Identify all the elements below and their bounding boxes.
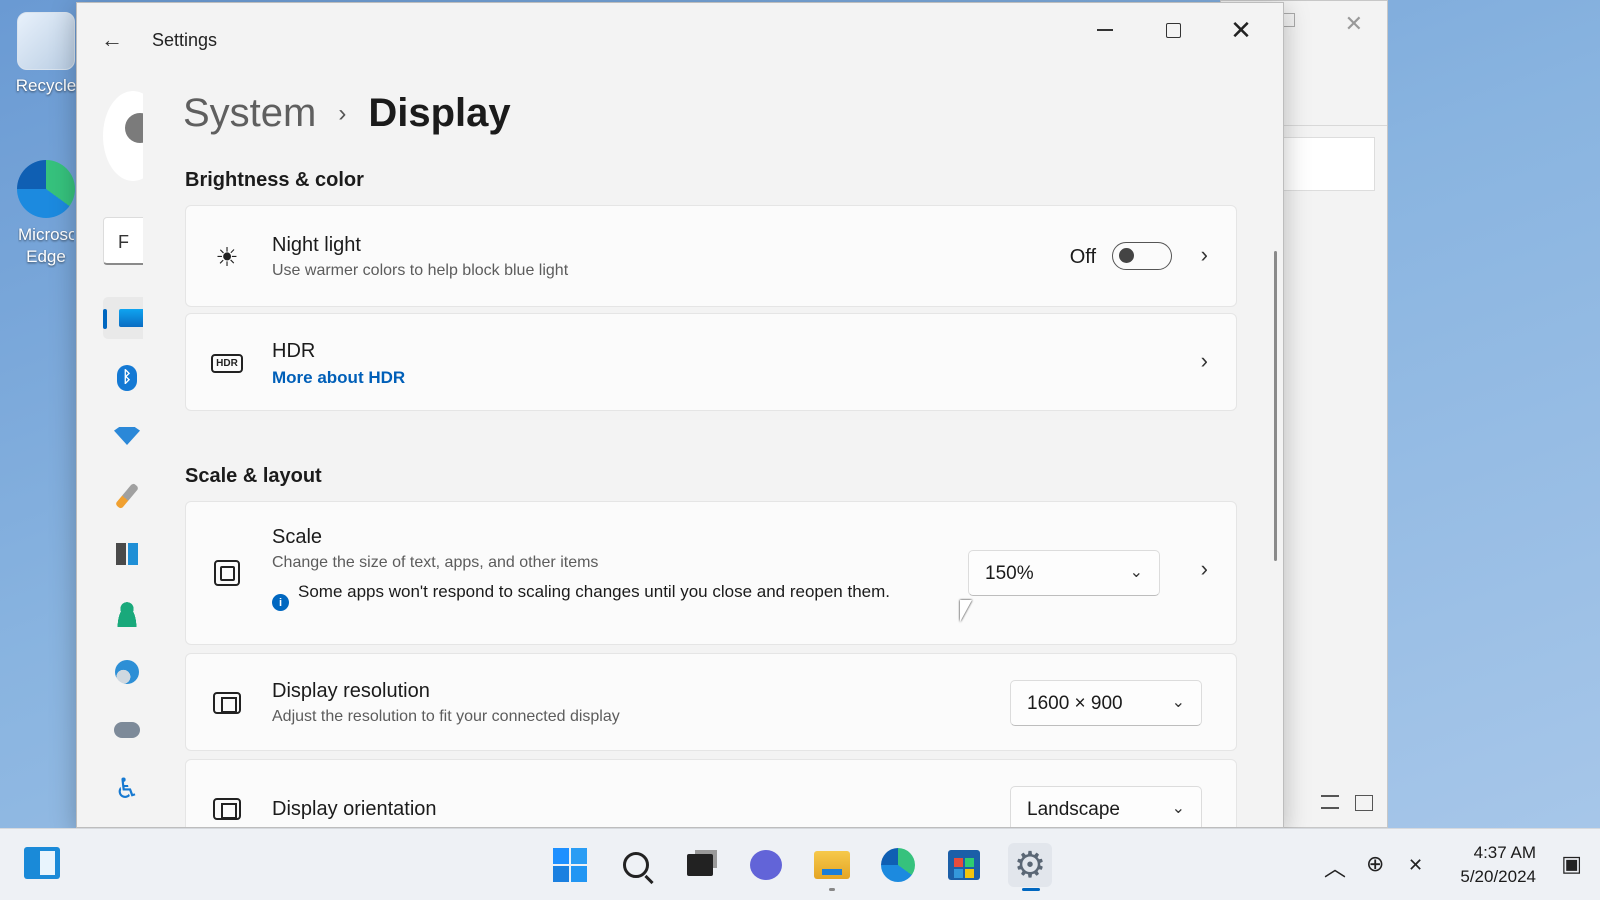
resolution-card: Display resolution Adjust the resolution…	[185, 653, 1237, 751]
section-heading-scale: Scale & layout	[185, 465, 322, 487]
task-view-icon	[687, 854, 713, 876]
night-light-subtitle: Use warmer colors to help block blue lig…	[272, 262, 569, 279]
tile-view-icon[interactable]	[1355, 795, 1373, 811]
windows-logo-icon	[553, 848, 587, 882]
store-button[interactable]	[942, 843, 986, 887]
edge-button[interactable]	[876, 843, 920, 887]
minimize-icon	[1097, 29, 1113, 31]
chat-icon	[750, 850, 782, 880]
hdr-icon: HDR	[210, 346, 244, 380]
chat-button[interactable]	[744, 843, 788, 887]
orientation-title: Display orientation	[272, 798, 437, 820]
edge-icon	[881, 848, 915, 882]
scale-icon	[210, 556, 244, 590]
scale-card: Scale Change the size of text, apps, and…	[185, 501, 1237, 645]
start-button[interactable]	[548, 843, 592, 887]
section-heading-brightness: Brightness & color	[185, 169, 364, 191]
title-bar: ← Settings ✕	[77, 3, 1283, 73]
night-light-toggle[interactable]	[1112, 242, 1172, 270]
chevron-right-icon[interactable]: ›	[1201, 556, 1208, 582]
back-button[interactable]: ←	[97, 25, 127, 55]
resolution-value: 1600 × 900	[1027, 693, 1123, 714]
desktop-edge-shortcut[interactable]: Microsoft Edge	[8, 160, 84, 268]
hdr-card[interactable]: HDR HDR More about HDR ›	[185, 313, 1237, 411]
brush-icon	[114, 482, 140, 510]
info-icon: i	[272, 594, 289, 611]
scale-value: 150%	[985, 563, 1034, 584]
orientation-card: Display orientation Landscape ⌄	[185, 759, 1237, 827]
resolution-dropdown[interactable]: 1600 × 900 ⌄	[1010, 680, 1202, 726]
accessibility-icon: ♿	[114, 772, 140, 804]
clock[interactable]: 4:37 AM 5/20/2024	[1460, 841, 1536, 889]
widgets-icon[interactable]	[24, 847, 60, 879]
file-explorer-button[interactable]	[810, 843, 854, 891]
bluetooth-icon: ᛒ	[117, 365, 137, 391]
chevron-up-icon[interactable]: ︿	[1324, 851, 1346, 883]
notification-icon[interactable]: ▣	[1561, 851, 1582, 877]
maximize-icon	[1165, 22, 1181, 38]
settings-window: ← Settings ✕ F ᛒ ♿ System › Display Brig…	[76, 2, 1284, 828]
resolution-icon	[210, 686, 244, 720]
wifi-icon	[114, 427, 140, 445]
chevron-right-icon[interactable]: ›	[1201, 348, 1208, 374]
apps-icon	[116, 543, 138, 565]
page-title: Display	[368, 91, 511, 135]
nav-rail: F ᛒ ♿	[77, 73, 163, 827]
close-button[interactable]: ✕	[1217, 13, 1265, 47]
volume-muted-icon[interactable]: ✕	[1408, 855, 1423, 876]
night-light-title: Night light	[272, 234, 361, 256]
content-pane: System › Display Brightness & color ☀ Ni…	[143, 73, 1283, 827]
task-view-button[interactable]	[678, 843, 722, 887]
hdr-title: HDR	[272, 340, 316, 362]
chevron-down-icon: ⌄	[1171, 694, 1185, 711]
network-icon[interactable]: ⊕	[1366, 851, 1384, 877]
orientation-dropdown[interactable]: Landscape ⌄	[1010, 786, 1202, 827]
desktop-icon-label: Recycle	[15, 76, 77, 95]
globe-clock-icon	[115, 660, 139, 684]
chevron-right-icon[interactable]: ›	[1201, 242, 1208, 268]
desktop-recycle-bin[interactable]: Recycle	[8, 12, 84, 96]
gear-icon: ⚙	[1013, 844, 1047, 885]
scale-title: Scale	[272, 526, 323, 548]
night-light-card[interactable]: ☀ Night light Use warmer colors to help …	[185, 205, 1237, 307]
list-view-icon[interactable]	[1321, 795, 1339, 809]
orientation-icon	[210, 792, 244, 826]
desktop-icon-label: Microsoft Edge	[18, 225, 74, 266]
mouse-cursor-icon	[960, 600, 972, 622]
scale-warning: Some apps won't respond to scaling chang…	[298, 582, 891, 601]
scale-subtitle: Change the size of text, apps, and other…	[272, 554, 599, 571]
resolution-title: Display resolution	[272, 680, 430, 702]
scrollbar[interactable]	[1274, 251, 1277, 561]
account-icon	[115, 601, 139, 627]
breadcrumb: System › Display	[183, 91, 511, 136]
resolution-subtitle: Adjust the resolution to fit your connec…	[272, 708, 620, 725]
chevron-down-icon: ⌄	[1129, 564, 1143, 581]
clock-date: 5/20/2024	[1460, 867, 1536, 886]
store-icon	[948, 850, 980, 880]
clock-time: 4:37 AM	[1473, 843, 1536, 862]
maximize-button[interactable]	[1149, 13, 1197, 47]
search-icon	[623, 852, 649, 878]
close-icon: ✕	[1230, 15, 1252, 45]
taskbar: ⚙ ︿ ⊕ ✕ 4:37 AM 5/20/2024 ▣	[0, 828, 1600, 900]
chevron-down-icon: ⌄	[1171, 800, 1185, 817]
settings-taskbar-button[interactable]: ⚙	[1008, 843, 1052, 891]
sun-icon: ☀	[215, 241, 239, 272]
app-title: Settings	[152, 30, 218, 50]
orientation-value: Landscape	[1027, 799, 1120, 820]
night-light-state: Off	[1069, 246, 1096, 268]
recycle-bin-icon	[17, 12, 75, 70]
edge-icon	[17, 160, 75, 218]
minimize-button[interactable]	[1081, 13, 1129, 47]
gamepad-icon	[114, 722, 140, 738]
more-about-hdr-link[interactable]: More about HDR	[272, 368, 405, 388]
search-button[interactable]	[614, 843, 658, 887]
folder-icon	[814, 851, 850, 879]
breadcrumb-system[interactable]: System	[183, 91, 316, 136]
close-icon[interactable]: ✕	[1345, 11, 1363, 37]
breadcrumb-separator-icon: ›	[338, 99, 347, 127]
display-icon	[119, 309, 145, 327]
scale-dropdown[interactable]: 150% ⌄	[968, 550, 1160, 596]
